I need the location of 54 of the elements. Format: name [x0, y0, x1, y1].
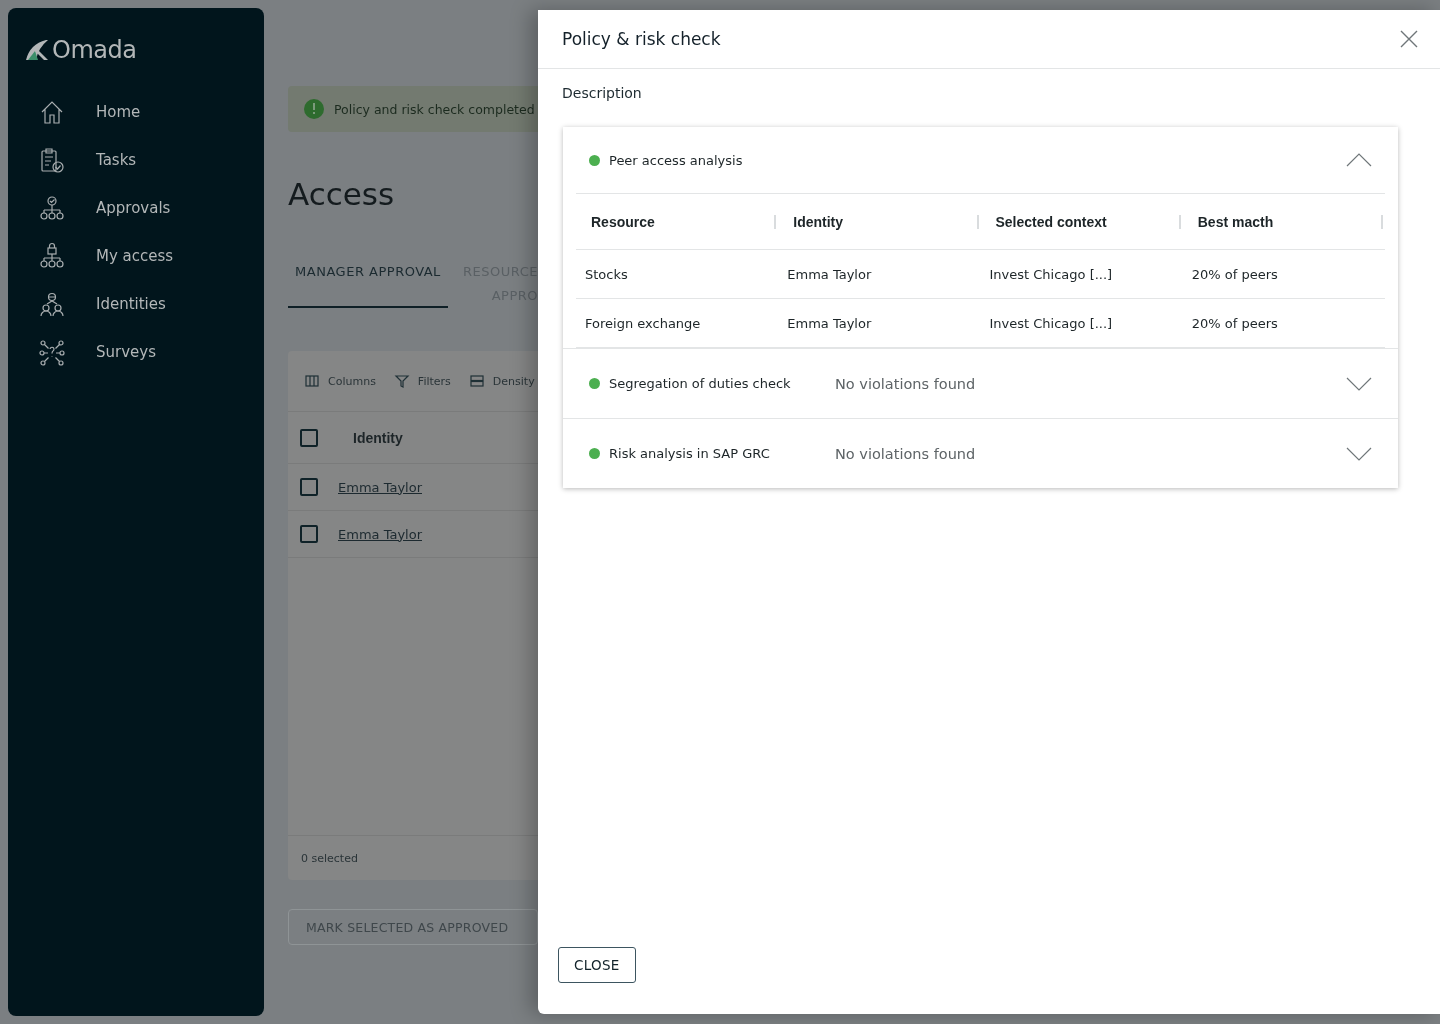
toolbar-button[interactable]: Filters	[393, 373, 451, 389]
checkbox[interactable]	[300, 525, 318, 543]
table-cell-text: 20% of peers	[1190, 315, 1279, 331]
checkbox[interactable]	[300, 428, 318, 447]
section-summary: No violations found	[835, 375, 976, 392]
selection-count: 0 selected	[301, 851, 358, 865]
table-cell-text: Emma Taylor	[786, 315, 873, 331]
nav-item[interactable]: Identities	[24, 280, 248, 328]
tab[interactable]: MANAGER APPROVAL	[288, 260, 448, 308]
hierarchy-check-icon	[38, 194, 66, 222]
nav-item[interactable]: Tasks	[24, 136, 248, 184]
nav-item[interactable]: Approvals	[24, 184, 248, 232]
density-icon	[468, 373, 485, 389]
banner-text: Policy and risk check completed	[334, 101, 535, 117]
checkbox[interactable]	[300, 478, 318, 496]
toolbar-button[interactable]: Columns	[304, 373, 376, 389]
section-title[interactable]: Segregation of duties check	[609, 376, 835, 391]
table-cell-text: Invest Chicago [...]	[988, 315, 1114, 331]
nav-item[interactable]: My access	[24, 232, 248, 280]
logo-text: Omada	[52, 36, 137, 64]
columns-icon	[304, 373, 320, 389]
column-header[interactable]: Best macth	[1182, 214, 1383, 229]
table-cell-text: Stocks	[584, 266, 629, 282]
table-cell-text: Foreign exchange	[584, 315, 702, 331]
table-cell-text: Emma Taylor	[786, 266, 873, 282]
filter-icon	[393, 373, 410, 389]
chevron-up-icon[interactable]	[1346, 153, 1372, 167]
clipboard-check-icon	[38, 146, 66, 174]
identity-link[interactable]: Emma Taylor	[338, 526, 422, 542]
logo-icon	[24, 38, 50, 62]
hierarchy-lock-icon	[38, 242, 66, 270]
description-label: Description	[562, 85, 643, 101]
chevron-down-icon[interactable]	[1346, 446, 1372, 461]
toolbar-button[interactable]: Density	[468, 373, 535, 389]
identity-link[interactable]: Emma Taylor	[338, 479, 422, 495]
exclamation-icon	[304, 99, 324, 119]
dialog-title: Policy & risk check	[562, 29, 721, 49]
column-header[interactable]: Resource	[576, 214, 777, 229]
column-header[interactable]: Identity	[353, 429, 403, 446]
close-button[interactable]: CLOSE	[558, 947, 636, 983]
column-header[interactable]: Identity	[778, 214, 979, 229]
section-title[interactable]: Risk analysis in SAP GRC	[609, 446, 835, 461]
chevron-down-icon[interactable]	[1346, 376, 1372, 391]
section-summary: No violations found	[835, 445, 976, 462]
table-cell-text: 20% of peers	[1190, 266, 1279, 282]
people-icon	[38, 290, 66, 318]
column-header[interactable]: Selected context	[980, 214, 1181, 229]
network-question-icon	[38, 338, 66, 366]
section-title[interactable]: Peer access analysis	[609, 152, 835, 168]
nav-item[interactable]: Surveys	[24, 328, 248, 376]
table-cell-text: Invest Chicago [...]	[988, 266, 1114, 282]
page-title: Access	[288, 176, 396, 214]
nav-item[interactable]: Home	[24, 88, 248, 136]
close-icon[interactable]	[1398, 28, 1420, 50]
